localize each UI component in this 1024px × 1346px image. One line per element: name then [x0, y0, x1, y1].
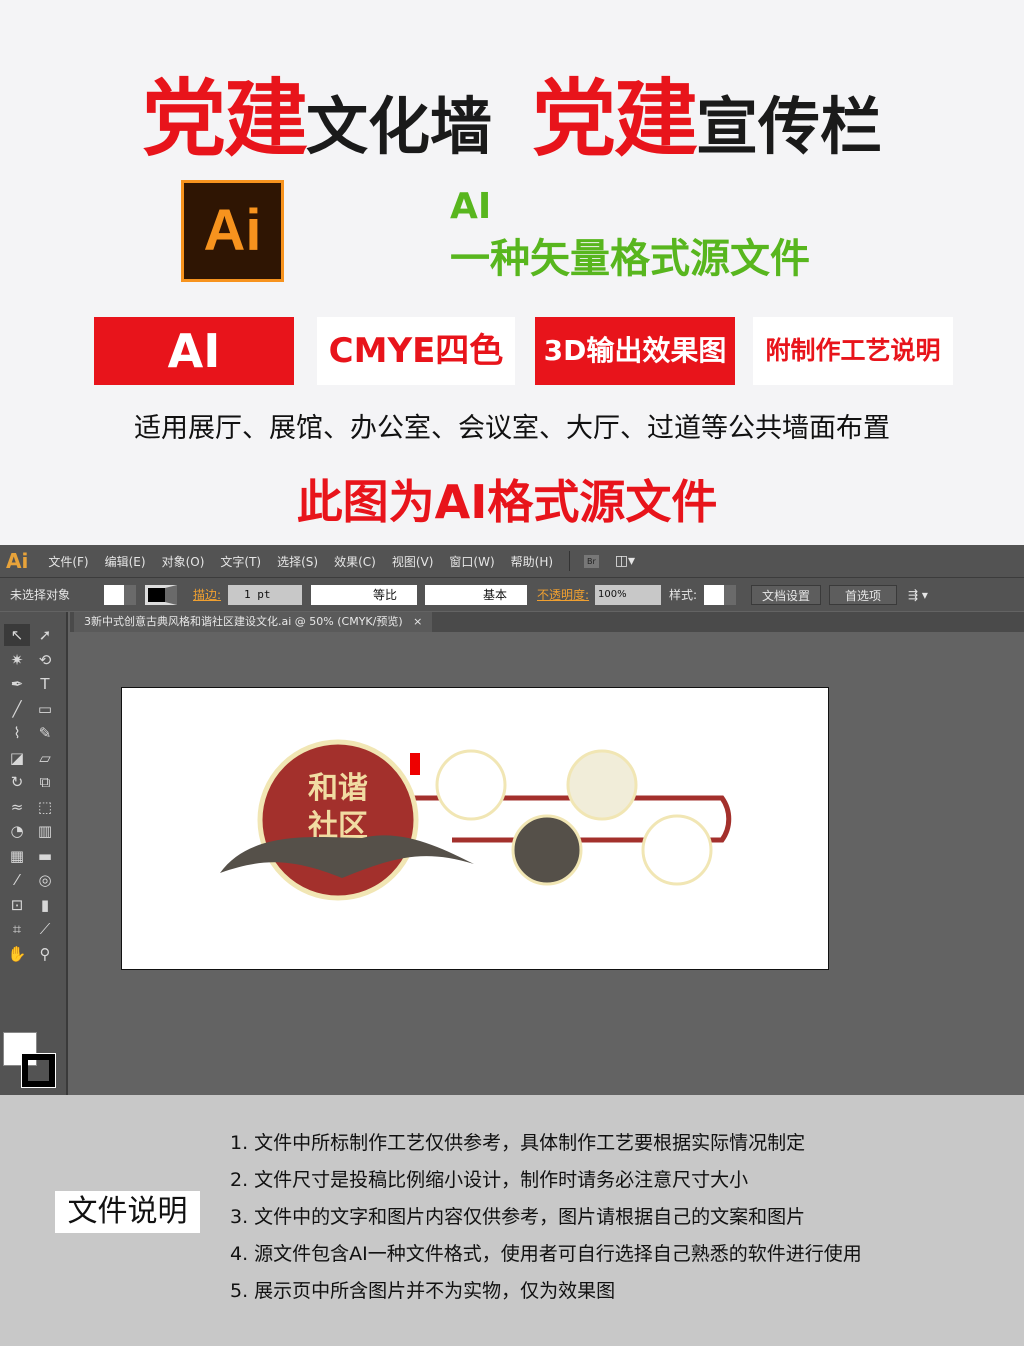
menu-bar: Ai 文件(F) 编辑(E) 对象(O) 文字(T) 选择(S) 效果(C) 视…: [0, 545, 1024, 577]
type-tool-icon[interactable]: T: [32, 673, 58, 695]
stroke-swatch[interactable]: [145, 585, 177, 605]
warp-tool-icon[interactable]: ≈: [4, 796, 30, 818]
usage-text: 适用展厅、展馆、办公室、会议室、大厅、过道等公共墙面布置: [134, 413, 890, 444]
opacity-label[interactable]: 不透明度:: [537, 585, 589, 605]
magic-wand-tool-icon[interactable]: ✷: [4, 649, 30, 671]
circle-3: [511, 814, 583, 886]
close-tab-icon[interactable]: ×: [413, 615, 422, 628]
blob-brush-tool-icon[interactable]: ◪: [4, 747, 30, 769]
variable-width-profile[interactable]: 等比: [311, 585, 417, 605]
stroke-weight-input[interactable]: 1 pt: [228, 585, 302, 605]
control-bar: 未选择对象 描边: 1 pt 等比 基本 不透明度: 100% 样式: 文档设置…: [0, 577, 1024, 611]
menu-window[interactable]: 窗口(W): [449, 553, 494, 570]
tools-panel: ↖ ➚ ✷ ⟲ ✒ T ╱ ▭ ⌇ ✎ ◪ ▱ ↻ ⧉ ≈ ⬚ ◔ ▥ ▦ ▬ ⁄ ◎ ⊡ ▮ ⌗ ⟋ ✋ ⚲: [0, 612, 68, 1116]
illustrator-logo-icon: Ai: [181, 180, 284, 282]
document-tab-bar: 3新中式创意古典风格和谐社区建设文化.ai @ 50% (CMYK/预览) ×: [70, 612, 1024, 632]
style-label: 样式:: [669, 588, 698, 602]
artboard: 和谐 社区: [121, 687, 829, 970]
pencil-tool-icon[interactable]: ✎: [32, 722, 58, 744]
shape-builder-tool-icon[interactable]: ◔: [4, 820, 30, 842]
style-swatch[interactable]: [704, 585, 736, 605]
notes-label: 文件说明: [55, 1191, 200, 1233]
eyedropper-tool-icon[interactable]: ⁄: [4, 869, 30, 891]
brush-definition[interactable]: 基本: [425, 585, 527, 605]
bridge-icon[interactable]: Br: [584, 554, 599, 568]
hand-tool-icon[interactable]: ✋: [4, 943, 30, 965]
title-black-2: 宣传栏: [696, 90, 883, 163]
line-tool-icon[interactable]: ╱: [4, 698, 30, 720]
arrange-documents-icon[interactable]: ⇶ ▾: [908, 585, 928, 605]
menu-edit[interactable]: 编辑(E): [105, 553, 146, 570]
rotate-tool-icon[interactable]: ↻: [4, 771, 30, 793]
gradient-tool-icon[interactable]: ▬: [32, 845, 58, 867]
title-black-1: 文化墙: [305, 90, 492, 163]
opacity-input[interactable]: 100%: [595, 585, 661, 605]
fill-swatch[interactable]: [104, 585, 136, 605]
badge-3d: 3D输出效果图: [535, 317, 735, 385]
badge-ai: AI: [94, 317, 294, 385]
artwork-main-title: 和谐: [308, 771, 368, 806]
direct-selection-tool-icon[interactable]: ➚: [32, 624, 58, 646]
notes-section: 文件说明 1. 文件中所标制作工艺仅供参考，具体制作工艺要根据实际情况制定 2.…: [0, 1095, 1024, 1346]
menu-view[interactable]: 视图(V): [392, 553, 434, 570]
document-tab-title: 3新中式创意古典风格和谐社区建设文化.ai @ 50% (CMYK/预览): [84, 615, 403, 628]
free-transform-tool-icon[interactable]: ⬚: [32, 796, 58, 818]
rectangle-tool-icon[interactable]: ▭: [32, 698, 58, 720]
illustrator-window: Ai 文件(F) 编辑(E) 对象(O) 文字(T) 选择(S) 效果(C) 视…: [0, 545, 1024, 1116]
menu-type[interactable]: 文字(T): [220, 553, 261, 570]
seal-stamp: [410, 753, 420, 775]
circle-4: [641, 814, 713, 886]
circle-2: [566, 749, 638, 821]
blend-tool-icon[interactable]: ◎: [32, 869, 58, 891]
zoom-tool-icon[interactable]: ⚲: [32, 943, 58, 965]
eraser-tool-icon[interactable]: ▱: [32, 747, 58, 769]
menu-file[interactable]: 文件(F): [48, 553, 88, 570]
stroke-label[interactable]: 描边:: [193, 585, 221, 605]
document-tab[interactable]: 3新中式创意古典风格和谐社区建设文化.ai @ 50% (CMYK/预览) ×: [74, 612, 433, 632]
mesh-tool-icon[interactable]: ▦: [4, 845, 30, 867]
format-line2: 一种矢量格式源文件: [450, 236, 810, 282]
menu-help[interactable]: 帮助(H): [511, 553, 553, 570]
badge-craft: 附制作工艺说明: [753, 317, 953, 385]
artwork-preview: 和谐 社区: [220, 739, 732, 901]
notice-text: 此图为AI格式源文件: [296, 475, 718, 529]
format-line1: AI: [450, 186, 492, 227]
lasso-tool-icon[interactable]: ⟲: [32, 649, 58, 671]
title-red-1: 党建: [141, 70, 308, 168]
artboard-tool-icon[interactable]: ⌗: [4, 918, 30, 940]
menu-select[interactable]: 选择(S): [277, 553, 318, 570]
stroke-color-box[interactable]: [21, 1053, 56, 1088]
scale-tool-icon[interactable]: ⧉: [32, 771, 58, 793]
circle-1: [435, 749, 507, 821]
note-item: 2. 文件尺寸是投稿比例缩小设计，制作时请务必注意尺寸大小: [230, 1169, 749, 1191]
selection-tool-icon[interactable]: ↖: [4, 624, 30, 646]
symbol-sprayer-tool-icon[interactable]: ⊡: [4, 894, 30, 916]
workspace-icon[interactable]: ◫▾: [615, 553, 635, 569]
menu-object[interactable]: 对象(O): [162, 553, 205, 570]
document-setup-button[interactable]: 文档设置: [751, 585, 821, 605]
perspective-grid-tool-icon[interactable]: ▥: [32, 820, 58, 842]
selection-status: 未选择对象: [10, 588, 71, 602]
menu-effect[interactable]: 效果(C): [334, 553, 376, 570]
ink-wave: [220, 835, 474, 878]
note-item: 1. 文件中所标制作工艺仅供参考，具体制作工艺要根据实际情况制定: [230, 1132, 806, 1154]
note-item: 3. 文件中的文字和图片内容仅供参考，图片请根据自己的文案和图片: [230, 1206, 806, 1228]
column-graph-tool-icon[interactable]: ▮: [32, 894, 58, 916]
paintbrush-tool-icon[interactable]: ⌇: [4, 722, 30, 744]
pen-tool-icon[interactable]: ✒: [4, 673, 30, 695]
note-item: 4. 源文件包含AI一种文件格式，使用者可自行选择自己熟悉的软件进行使用: [230, 1243, 862, 1265]
slice-tool-icon[interactable]: ⟋: [32, 918, 58, 940]
app-icon: Ai: [6, 549, 29, 573]
title-red-2: 党建: [532, 70, 698, 168]
note-item: 5. 展示页中所含图片并不为实物，仅为效果图: [230, 1280, 616, 1302]
badge-cmyk: CMYE四色: [317, 317, 515, 385]
page-title: 党建文化墙 党建宣传栏: [0, 52, 1024, 173]
preferences-button[interactable]: 首选项: [829, 585, 897, 605]
